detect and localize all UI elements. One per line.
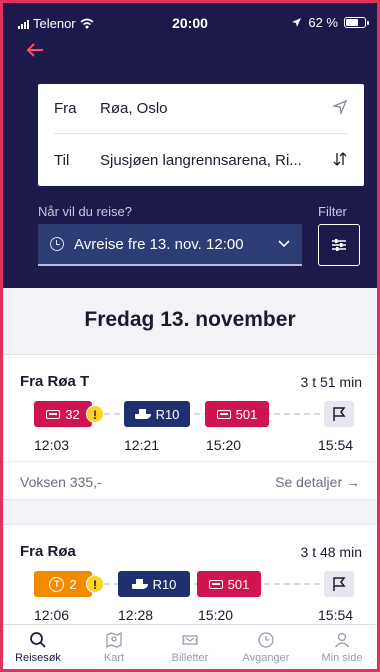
leg-time: 15:20	[206, 437, 242, 453]
to-value[interactable]: Sjusjøen langrennsarena, Ri...	[100, 152, 328, 169]
date-heading: Fredag 13. november	[84, 308, 296, 331]
battery-percent: 62 %	[308, 15, 338, 30]
from-label: Fra	[54, 100, 77, 117]
location-icon[interactable]	[328, 99, 348, 118]
tab-reisesok[interactable]: Reisesøk	[0, 625, 76, 672]
leg-metro: T 2	[34, 571, 92, 597]
trip-price: Voksen 335,-	[20, 473, 102, 490]
arrival-time: 15:54	[318, 607, 354, 623]
clock-icon	[50, 237, 64, 251]
tab-label: Kart	[103, 652, 125, 664]
trip-card[interactable]: Fra Røa 3 t 48 min T 2 ! R10 501 12:06 1…	[0, 524, 380, 624]
tab-label: Min side	[321, 652, 363, 664]
user-icon	[334, 632, 350, 648]
tab-label: Avganger	[242, 652, 290, 664]
from-value[interactable]: Røa, Oslo	[100, 100, 328, 117]
warning-icon[interactable]: !	[86, 575, 104, 593]
bus-icon	[208, 579, 223, 589]
bus-icon	[46, 409, 61, 419]
sliders-icon	[332, 239, 346, 251]
leg-time: 12:06	[34, 607, 70, 623]
tab-kart[interactable]: Kart	[76, 625, 152, 672]
ticket-icon	[182, 635, 198, 645]
leg-bus: 501	[205, 401, 269, 427]
trip-duration: 3 t 51 min	[300, 374, 362, 390]
swap-icon[interactable]	[328, 151, 348, 170]
filter-button[interactable]	[318, 224, 360, 266]
departure-time-select[interactable]: Avreise fre 13. nov. 12:00	[38, 224, 302, 266]
destination-flag-icon	[324, 401, 354, 427]
warning-icon[interactable]: !	[86, 405, 104, 423]
clock-icon	[258, 632, 274, 648]
leg-line: 2	[69, 576, 77, 592]
search-card: Fra Røa, Oslo Til Sjusjøen langrennsaren…	[38, 84, 364, 186]
back-arrow-icon[interactable]	[26, 40, 44, 62]
status-bar: Telenor 20:00 62 %	[0, 0, 380, 38]
leg-line: 501	[235, 406, 258, 422]
trip-origin: Fra Røa	[20, 543, 76, 560]
tab-bar: Reisesøk Kart Billetter Avganger Min sid…	[0, 624, 380, 672]
tab-label: Billetter	[171, 652, 209, 664]
tab-avganger[interactable]: Avganger	[228, 625, 304, 672]
to-label: Til	[54, 151, 70, 169]
departure-time-value: Avreise fre 13. nov. 12:00	[74, 235, 244, 253]
leg-bus: 501	[197, 571, 261, 597]
when-label: Når vil du reise?	[38, 204, 132, 219]
battery-icon	[344, 17, 369, 28]
tab-label: Reisesøk	[15, 652, 61, 664]
leg-line: 32	[65, 406, 80, 422]
leg-time: 12:03	[34, 437, 70, 453]
leg-line: 501	[227, 576, 250, 592]
trip-origin: Fra Røa T	[20, 373, 90, 390]
filter-label: Filter	[318, 204, 347, 219]
trip-duration: 3 t 48 min	[300, 544, 362, 560]
to-field[interactable]: Til Sjusjøen langrennsarena, Ri...	[54, 135, 348, 185]
tab-billetter[interactable]: Billetter	[152, 625, 228, 672]
bus-icon	[216, 409, 231, 419]
search-icon	[30, 632, 46, 648]
boat-icon	[134, 409, 151, 419]
leg-time: 12:28	[118, 607, 154, 623]
leg-line: R10	[152, 576, 177, 592]
trip-card[interactable]: Fra Røa T 3 t 51 min 32 ! R10 501 12:03 …	[0, 354, 380, 500]
leg-time: 15:20	[198, 607, 234, 623]
from-field[interactable]: Fra Røa, Oslo	[54, 84, 348, 134]
map-icon	[106, 631, 122, 649]
see-details-link[interactable]: Se detaljer →	[275, 474, 360, 490]
boat-icon	[131, 579, 148, 589]
tab-min-side[interactable]: Min side	[304, 625, 380, 672]
status-right: 62 %	[291, 15, 369, 30]
leg-line: R10	[155, 406, 180, 422]
results-list: Fredag 13. november Fra Røa T 3 t 51 min…	[0, 288, 380, 624]
leg-boat: R10	[118, 571, 190, 597]
trip-footer: Voksen 335,- Se detaljer →	[0, 461, 380, 501]
metro-icon: T	[49, 576, 65, 592]
chevron-down-icon	[278, 237, 290, 251]
destination-flag-icon	[324, 571, 354, 597]
leg-boat: R10	[124, 401, 190, 427]
leg-time: 12:21	[124, 437, 160, 453]
location-arrow-icon	[292, 18, 302, 27]
arrival-time: 15:54	[318, 437, 354, 453]
leg-bus: 32	[34, 401, 92, 427]
